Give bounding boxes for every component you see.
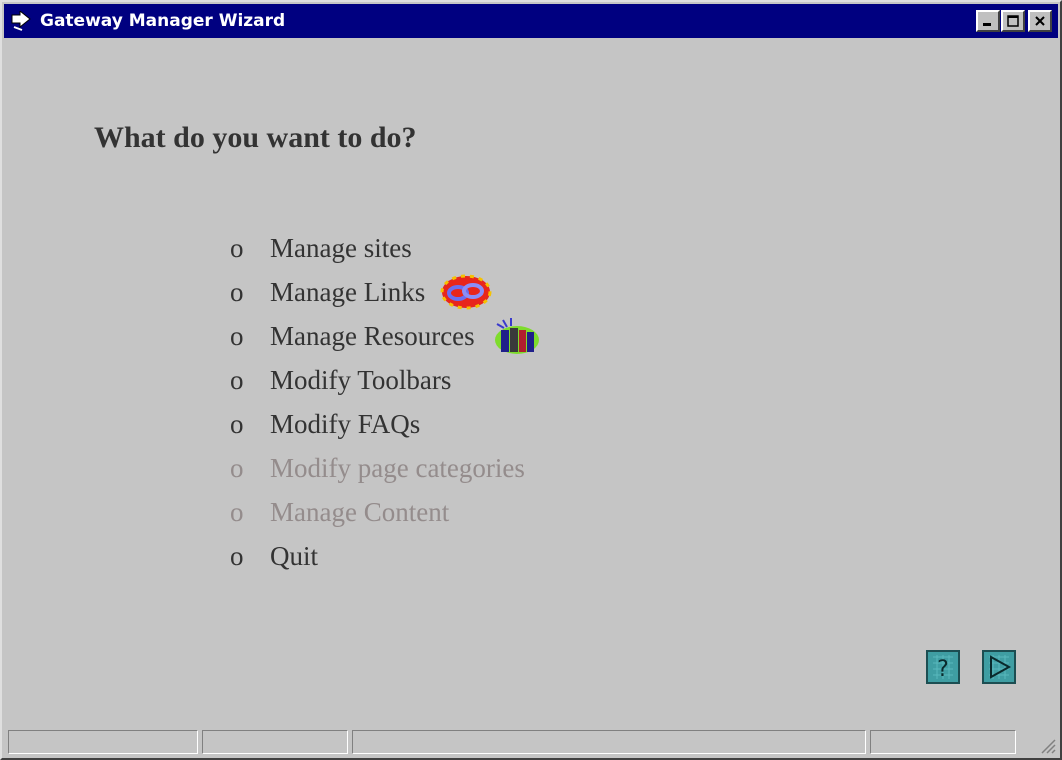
page-title: What do you want to do? [94,121,417,154]
next-arrow-icon [989,655,1012,679]
resize-grip-icon[interactable] [1036,734,1056,754]
menu-item-label: Manage Resources [270,320,475,351]
menu-item-label: Manage Links [270,276,426,307]
status-pane [352,730,866,754]
window-title: Gateway Manager Wizard [40,11,286,31]
minimize-icon [983,23,991,26]
bullet: o [230,276,244,307]
menu-item-manage-links[interactable]: o Manage Links [230,270,541,314]
wizard-window: Gateway Manager Wizard What do you want … [0,0,1062,760]
menu-item-label: Manage sites [270,232,412,263]
wizard-content: What do you want to do? o Manage sites o… [4,38,1058,728]
books-icon [489,316,541,356]
close-button[interactable] [1028,10,1052,32]
menu-item-label: Quit [270,540,319,571]
menu-item-modify-toolbars[interactable]: o Modify Toolbars [230,358,541,402]
title-bar[interactable]: Gateway Manager Wizard [4,4,1058,38]
menu-item-label: Manage Content [270,496,450,527]
status-pane [202,730,348,754]
next-button[interactable] [982,650,1016,684]
help-icon: ? [933,655,953,681]
bullet: o [230,232,244,263]
bullet: o [230,540,244,571]
status-bar [8,730,1054,754]
wizard-arrow-icon [10,9,36,33]
menu-item-quit[interactable]: o Quit [230,534,541,578]
bullet: o [230,496,244,527]
bullet: o [230,408,244,439]
chain-links-icon [439,274,493,310]
bullet: o [230,364,244,395]
menu-item-manage-resources[interactable]: o Manage Resources [230,314,541,358]
status-pane [870,730,1016,754]
close-icon [1035,16,1045,26]
menu-item-modify-faqs[interactable]: o Modify FAQs [230,402,541,446]
menu-item-label: Modify FAQs [270,408,421,439]
menu-item-manage-sites[interactable]: o Manage sites [230,226,541,270]
svg-text:?: ? [937,657,949,681]
maximize-button[interactable] [1001,10,1025,32]
minimize-button[interactable] [976,10,1000,32]
status-pane [8,730,198,754]
menu-item-label: Modify page categories [270,452,525,483]
menu-item-manage-content: o Manage Content [230,490,541,534]
window-controls [975,10,1052,32]
menu-item-label: Modify Toolbars [270,364,452,395]
action-menu: o Manage sites o Manage Links o Manage R [230,226,541,578]
bullet: o [230,452,244,483]
bullet: o [230,320,244,351]
maximize-icon [1007,15,1019,27]
menu-item-modify-page-categories: o Modify page categories [230,446,541,490]
help-button[interactable]: ? [926,650,960,684]
